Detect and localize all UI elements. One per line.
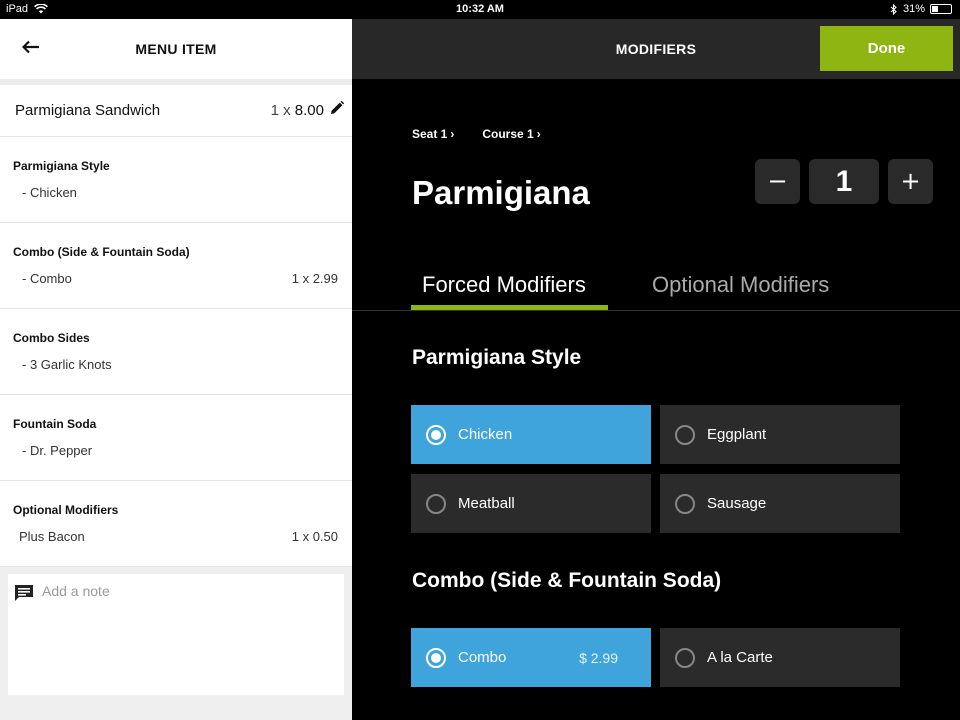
modifier-group-title: Combo Sides <box>13 331 90 345</box>
option-label: Combo <box>458 649 507 666</box>
modifier-group-title: Combo (Side & Fountain Soda) <box>13 245 190 259</box>
modifier-group-title: Fountain Soda <box>13 417 97 431</box>
increment-button[interactable]: + <box>888 159 933 204</box>
modifier-group-title: Parmigiana Style <box>13 159 110 173</box>
bluetooth-icon <box>890 3 897 15</box>
chevron-right-icon: › <box>536 127 541 141</box>
breadcrumb-seat-label: Seat 1 <box>412 127 448 141</box>
option-eggplant[interactable]: Eggplant <box>660 405 900 464</box>
item-name: Parmigiana Sandwich <box>15 102 161 119</box>
breadcrumb-course[interactable]: Course 1 › <box>482 127 540 141</box>
active-tab-indicator <box>411 305 608 310</box>
item-qty: 1 x <box>270 102 291 119</box>
option-label: Eggplant <box>707 426 767 443</box>
modifier-group-price: 1 x 2.99 <box>291 271 338 286</box>
section-title-combo: Combo (Side & Fountain Soda) <box>412 569 722 592</box>
breadcrumb: Seat 1 › Course 1 › <box>412 127 541 141</box>
option-sausage[interactable]: Sausage <box>660 474 900 533</box>
modifier-group-combo: Combo (Side & Fountain Soda) - Combo 1 x… <box>0 223 352 309</box>
modifier-group-optional: Optional Modifiers Plus Bacon 1 x 0.50 <box>0 481 352 567</box>
modifier-group-combo-sides: Combo Sides - 3 Garlic Knots <box>0 309 352 395</box>
menu-item-panel: MENU ITEM Parmigiana Sandwich 1 x 8.00 P… <box>0 19 352 720</box>
note-box[interactable] <box>8 574 344 695</box>
radio-unselected-icon <box>426 493 446 514</box>
clock: 10:32 AM <box>456 3 504 15</box>
item-price: 1 x 8.00 <box>271 102 324 119</box>
modifier-group-fountain-soda: Fountain Soda - Dr. Pepper <box>0 395 352 481</box>
option-chicken[interactable]: Chicken <box>411 405 651 464</box>
modifier-group-value: - Combo <box>22 271 72 286</box>
done-button[interactable]: Done <box>820 26 953 71</box>
option-label: Sausage <box>707 495 767 512</box>
option-label: Chicken <box>458 426 513 443</box>
option-meatball[interactable]: Meatball <box>411 474 651 533</box>
radio-unselected-icon <box>675 493 695 514</box>
battery-icon <box>930 4 952 14</box>
chevron-right-icon: › <box>450 127 455 141</box>
option-label: A la Carte <box>707 649 773 666</box>
menu-item-header: MENU ITEM <box>0 19 352 85</box>
modifier-group-title: Optional Modifiers <box>13 503 119 517</box>
radio-selected-icon <box>426 647 446 668</box>
quantity-display: 1 <box>809 159 879 204</box>
option-label: Meatball <box>458 495 515 512</box>
modifier-group-value: - 3 Garlic Knots <box>22 357 112 372</box>
tab-forced-modifiers[interactable]: Forced Modifiers <box>422 272 586 298</box>
breadcrumb-seat[interactable]: Seat 1 › <box>412 127 454 141</box>
note-input[interactable] <box>42 583 332 599</box>
modifier-group-parmigiana-style: Parmigiana Style - Chicken <box>0 137 352 223</box>
modifiers-panel: MODIFIERS Done Seat 1 › Course 1 › Parmigi… <box>352 19 960 720</box>
product-title: Parmigiana <box>412 174 590 211</box>
modifier-group-value: - Dr. Pepper <box>22 443 93 458</box>
breadcrumb-course-label: Course 1 <box>482 127 534 141</box>
section-title-parmigiana-style: Parmigiana Style <box>412 346 582 369</box>
radio-unselected-icon <box>675 647 695 668</box>
menu-item-title: MENU ITEM <box>135 41 217 57</box>
radio-selected-icon <box>426 424 446 445</box>
option-price: $ 2.99 <box>579 649 618 666</box>
decrement-button[interactable]: − <box>755 159 800 204</box>
option-a-la-carte[interactable]: A la Carte <box>660 628 900 687</box>
battery-percent: 31% <box>902 3 925 15</box>
status-bar: iPad 10:32 AM 31% <box>0 0 960 19</box>
chat-bubble-icon <box>15 585 33 601</box>
order-item-row[interactable]: Parmigiana Sandwich 1 x 8.00 <box>0 85 352 137</box>
modifier-group-value: - Chicken <box>22 185 77 200</box>
radio-unselected-icon <box>675 424 695 445</box>
modifier-group-price: 1 x 0.50 <box>291 529 338 544</box>
pencil-icon[interactable] <box>329 100 345 116</box>
modifier-group-value: Plus Bacon <box>19 529 85 544</box>
item-amount: 8.00 <box>294 102 324 119</box>
option-combo[interactable]: Combo $ 2.99 <box>411 628 651 687</box>
modifiers-header: MODIFIERS Done <box>352 19 960 79</box>
tab-optional-modifiers[interactable]: Optional Modifiers <box>652 272 829 298</box>
